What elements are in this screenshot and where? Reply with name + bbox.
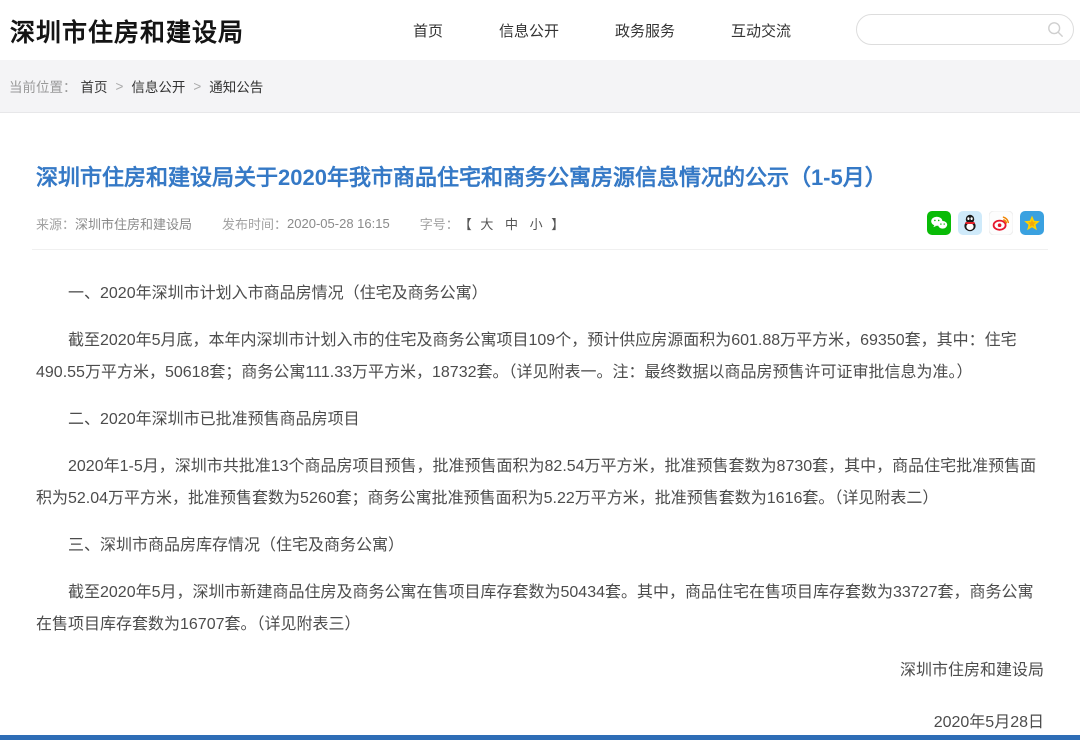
- source-value: 深圳市住房和建设局: [75, 214, 192, 233]
- main-nav: 首页 信息公开 政务服务 互动交流: [413, 0, 791, 60]
- nav-item-info-disclosure[interactable]: 信息公开: [499, 20, 559, 41]
- article-meta: 来源： 深圳市住房和建设局 发布时间： 2020-05-28 16:15 字号：…: [32, 211, 1048, 250]
- search-box: [856, 14, 1074, 45]
- page: 深圳市住房和建设局 首页 信息公开 政务服务 互动交流 当前位置： 首页 > 信…: [0, 0, 1080, 740]
- breadcrumb-item-info-disclosure[interactable]: 信息公开: [131, 76, 185, 96]
- breadcrumb-separator: >: [116, 79, 124, 94]
- signature-org: 深圳市住房和建设局: [36, 659, 1044, 683]
- breadcrumb-item-home[interactable]: 首页: [81, 76, 108, 96]
- footer-accent-bar: [0, 735, 1080, 740]
- paragraph-3: 截至2020年5月，深圳市新建商品住房及商务公寓在售项目库存套数为50434套。…: [36, 577, 1044, 641]
- breadcrumb-label: 当前位置：: [9, 76, 77, 96]
- font-size-bracket: 【: [459, 217, 473, 232]
- breadcrumb-separator: >: [193, 79, 201, 94]
- breadcrumb-bar: 当前位置： 首页 > 信息公开 > 通知公告: [0, 60, 1080, 113]
- qzone-share-icon[interactable]: [1020, 211, 1044, 235]
- share-bar: [927, 211, 1044, 235]
- signature-date: 2020年5月28日: [36, 711, 1044, 735]
- search-input[interactable]: [871, 22, 1043, 37]
- section-heading-3: 三、深圳市商品房库存情况（住宅及商务公寓）: [36, 530, 1044, 562]
- font-size-large-button[interactable]: 大: [480, 217, 494, 232]
- breadcrumb-item-notices[interactable]: 通知公告: [209, 76, 263, 96]
- nav-item-home[interactable]: 首页: [413, 20, 443, 41]
- section-heading-1: 一、2020年深圳市计划入市商品房情况（住宅及商务公寓）: [36, 278, 1044, 310]
- font-size-small-button[interactable]: 小: [530, 217, 544, 232]
- source-label: 来源：: [36, 214, 75, 233]
- paragraph-2: 2020年1-5月，深圳市共批准13个商品房项目预售，批准预售面积为82.54万…: [36, 451, 1044, 515]
- publish-time-value: 2020-05-28 16:15: [287, 216, 390, 231]
- nav-item-interaction[interactable]: 互动交流: [731, 20, 791, 41]
- site-header: 深圳市住房和建设局 首页 信息公开 政务服务 互动交流: [0, 0, 1080, 60]
- article-body: 一、2020年深圳市计划入市商品房情况（住宅及商务公寓） 截至2020年5月底，…: [32, 278, 1048, 735]
- font-size-medium-button[interactable]: 中: [505, 217, 519, 232]
- nav-item-gov-services[interactable]: 政务服务: [615, 20, 675, 41]
- qq-share-icon[interactable]: [958, 211, 982, 235]
- page-title: 深圳市住房和建设局关于2020年我市商品住宅和商务公寓房源信息情况的公示（1-5…: [36, 163, 1044, 193]
- section-heading-2: 二、2020年深圳市已批准预售商品房项目: [36, 404, 1044, 436]
- publish-time-label: 发布时间：: [222, 214, 287, 233]
- article: 深圳市住房和建设局关于2020年我市商品住宅和商务公寓房源信息情况的公示（1-5…: [0, 163, 1080, 735]
- font-size-control: 【 大 中 小 】: [459, 214, 566, 233]
- font-size-bracket: 】: [551, 217, 565, 232]
- weibo-share-icon[interactable]: [989, 211, 1013, 235]
- search-icon[interactable]: [1047, 21, 1064, 38]
- paragraph-1: 截至2020年5月底，本年内深圳市计划入市的住宅及商务公寓项目109个，预计供应…: [36, 325, 1044, 389]
- wechat-share-icon[interactable]: [927, 211, 951, 235]
- site-logo[interactable]: 深圳市住房和建设局: [10, 13, 244, 49]
- font-size-label: 字号：: [420, 214, 459, 233]
